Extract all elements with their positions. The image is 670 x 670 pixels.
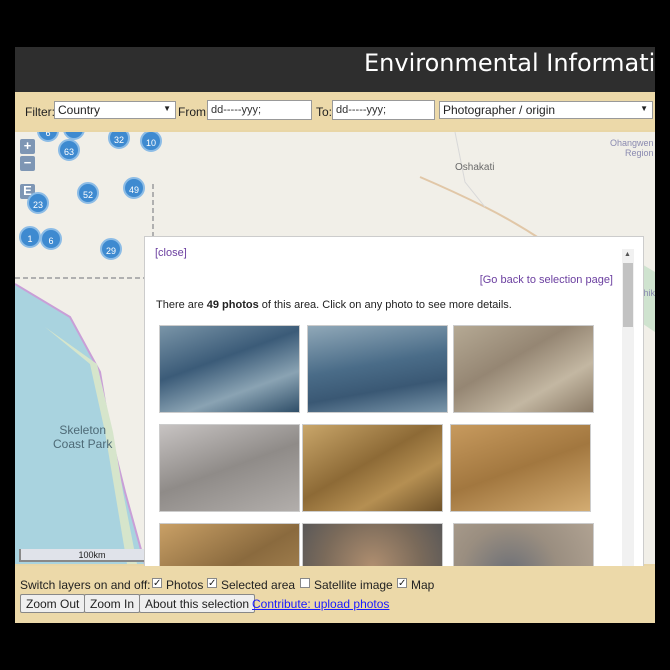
photo-thumbnail[interactable] bbox=[302, 424, 443, 512]
map-layer-label: Map bbox=[411, 578, 435, 592]
layers-label: Switch layers on and off: bbox=[20, 578, 151, 592]
country-value: Country bbox=[58, 103, 101, 117]
photos-checkbox[interactable]: ✓ bbox=[152, 578, 162, 589]
photo-cluster[interactable]: 29 bbox=[100, 238, 122, 260]
photo-thumbnail[interactable] bbox=[159, 424, 300, 512]
satellite-checkbox[interactable] bbox=[300, 578, 310, 588]
photo-count-info: There are 49 photos of this area. Click … bbox=[156, 299, 512, 311]
photographer-select[interactable]: Photographer / origin ▼ bbox=[439, 101, 653, 119]
zoom-out-icon[interactable]: − bbox=[20, 156, 35, 171]
photos-layer-label: Photos bbox=[166, 578, 204, 592]
map-checkbox[interactable]: ✓ bbox=[397, 578, 407, 589]
about-selection-button[interactable]: About this selection bbox=[139, 594, 256, 613]
photographer-value: Photographer / origin bbox=[443, 103, 556, 117]
photo-thumbnail[interactable] bbox=[450, 424, 591, 512]
app-frame: Environmental Information Filter: Countr… bbox=[15, 47, 655, 623]
country-select[interactable]: Country ▼ bbox=[54, 101, 176, 119]
to-date-input[interactable]: dd-----yyy; bbox=[332, 100, 435, 120]
contribute-link[interactable]: Contribute: upload photos bbox=[252, 597, 389, 611]
selected-area-checkbox[interactable]: ✓ bbox=[207, 578, 217, 589]
from-date-input[interactable]: dd-----yyy; bbox=[207, 100, 312, 120]
map-label-ohangwena: Ohangwen Region bbox=[610, 138, 654, 158]
photo-thumbnail[interactable] bbox=[453, 325, 594, 413]
photo-popup: [close] [Go back to selection page] Ther… bbox=[144, 236, 644, 597]
photo-thumbnail[interactable] bbox=[159, 325, 300, 413]
map-label-skeleton-coast: Skeleton Coast Park bbox=[53, 423, 113, 451]
header: Environmental Information bbox=[15, 47, 655, 92]
photo-cluster[interactable]: 1 bbox=[19, 226, 41, 248]
to-label: To: bbox=[316, 105, 333, 119]
zoom-in-icon[interactable]: + bbox=[20, 139, 35, 154]
filter-label: Filter: bbox=[25, 105, 55, 119]
zoom-in-button[interactable]: Zoom In bbox=[84, 594, 141, 613]
photo-count: 49 photos bbox=[206, 299, 259, 311]
chevron-down-icon: ▼ bbox=[163, 104, 171, 113]
satellite-layer-label: Satellite image bbox=[314, 578, 393, 592]
photo-cluster[interactable]: 52 bbox=[77, 182, 99, 204]
popup-scrollbar[interactable]: ▲ ▼ bbox=[622, 249, 634, 596]
selected-area-layer-label: Selected area bbox=[221, 578, 296, 592]
photo-cluster[interactable]: 63 bbox=[58, 139, 80, 161]
back-to-selection-link[interactable]: [Go back to selection page] bbox=[480, 274, 613, 286]
scroll-thumb[interactable] bbox=[623, 263, 633, 327]
site-title: Environmental Information bbox=[364, 49, 655, 77]
zoom-out-button[interactable]: Zoom Out bbox=[20, 594, 86, 613]
photo-cluster[interactable]: 6 bbox=[40, 228, 62, 250]
chevron-down-icon: ▼ bbox=[640, 104, 648, 113]
photo-thumbnail[interactable] bbox=[307, 325, 448, 413]
photo-cluster[interactable]: 23 bbox=[27, 192, 49, 214]
close-link[interactable]: [close] bbox=[155, 247, 187, 259]
map-label-oshakati: Oshakati bbox=[455, 162, 495, 173]
from-label: From: bbox=[178, 105, 210, 119]
scroll-up-icon[interactable]: ▲ bbox=[624, 251, 631, 258]
photo-cluster[interactable]: 49 bbox=[123, 177, 145, 199]
